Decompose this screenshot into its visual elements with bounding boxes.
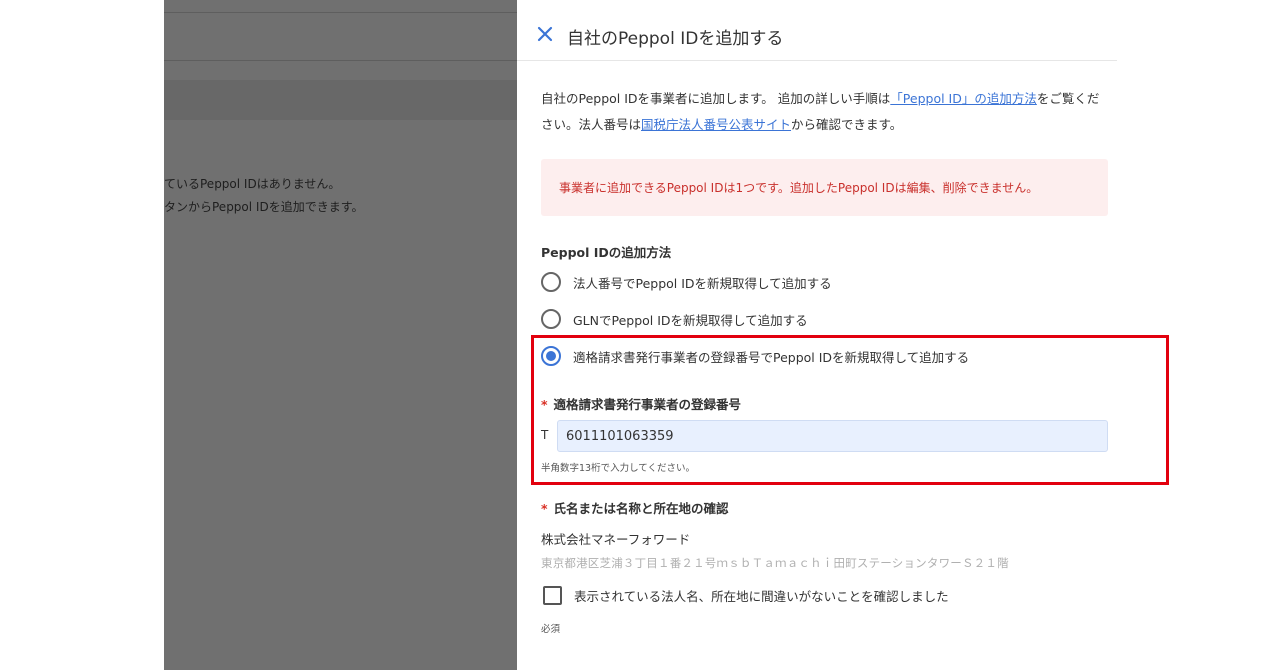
background-divider bbox=[164, 12, 517, 13]
method-label: Peppol IDの追加方法 bbox=[541, 245, 672, 260]
radio-label: GLNでPeppol IDを新規取得して追加する bbox=[573, 312, 808, 328]
radio-button-selected[interactable] bbox=[541, 346, 561, 366]
intro-text: 自社のPeppol IDを事業者に追加します。 追加の詳しい手順は「Peppol… bbox=[541, 86, 1111, 138]
drawer-title: 自社のPeppol IDを追加する bbox=[567, 29, 784, 49]
radio-label: 法人番号でPeppol IDを新規取得して追加する bbox=[573, 275, 832, 291]
peppol-id-guide-link[interactable]: 「Peppol ID」の追加方法 bbox=[890, 91, 1037, 106]
confirm-label-text: 氏名または名称と所在地の確認 bbox=[553, 501, 729, 516]
confirm-label: * 氏名または名称と所在地の確認 bbox=[541, 498, 729, 517]
intro-part: から確認できます。 bbox=[791, 117, 903, 132]
t-prefix: T bbox=[541, 428, 549, 442]
company-address: 東京都港区芝浦３丁目１番２１号ｍｓｂＴａｍａｃｈｉ田町ステーションタワーＳ２１階 bbox=[541, 556, 1009, 570]
add-peppol-id-drawer: 自社のPeppol IDを追加する 自社のPeppol IDを事業者に追加します… bbox=[517, 0, 1117, 670]
drawer-header: 自社のPeppol IDを追加する bbox=[517, 0, 1117, 61]
background-empty-hint: タンからPeppol IDを追加できます。 bbox=[164, 200, 364, 214]
radio-button[interactable] bbox=[541, 309, 561, 329]
confirm-checkbox-row[interactable]: 表示されている法人名、所在地に間違いがないことを確認しました bbox=[543, 586, 949, 605]
confirm-checkbox[interactable] bbox=[543, 586, 562, 605]
radio-label: 適格請求書発行事業者の登録番号でPeppol IDを新規取得して追加する bbox=[573, 349, 970, 365]
required-note: 必須 bbox=[541, 624, 561, 635]
required-mark: * bbox=[541, 397, 548, 412]
background-table-header bbox=[164, 80, 517, 120]
radio-button[interactable] bbox=[541, 272, 561, 292]
registration-number-label: * 適格請求書発行事業者の登録番号 bbox=[541, 394, 741, 413]
radio-invoice-registration[interactable]: 適格請求書発行事業者の登録番号でPeppol IDを新規取得して追加する bbox=[541, 345, 969, 367]
company-name: 株式会社マネーフォワード bbox=[541, 532, 691, 547]
radio-gln[interactable]: GLNでPeppol IDを新規取得して追加する bbox=[541, 308, 808, 330]
close-icon[interactable] bbox=[535, 24, 555, 44]
radio-corporate-number[interactable]: 法人番号でPeppol IDを新規取得して追加する bbox=[541, 271, 832, 293]
screen: ているPeppol IDはありません。 タンからPeppol IDを追加できます… bbox=[0, 0, 1280, 670]
background-empty-message: ているPeppol IDはありません。 bbox=[164, 177, 341, 191]
warning-alert: 事業者に追加できるPeppol IDは1つです。追加したPeppol IDは編集… bbox=[541, 159, 1108, 216]
corporate-number-site-link[interactable]: 国税庁法人番号公表サイト bbox=[641, 117, 791, 132]
registration-number-input[interactable] bbox=[557, 420, 1108, 452]
background-divider bbox=[164, 60, 517, 61]
registration-hint: 半角数字13桁で入力してください。 bbox=[541, 463, 696, 474]
confirm-checkbox-label: 表示されている法人名、所在地に間違いがないことを確認しました bbox=[574, 589, 949, 604]
intro-part: 自社のPeppol IDを事業者に追加します。 追加の詳しい手順は bbox=[541, 91, 891, 106]
background-app-overlay: ているPeppol IDはありません。 タンからPeppol IDを追加できます… bbox=[164, 0, 517, 670]
required-mark: * bbox=[541, 501, 548, 516]
alert-text: 事業者に追加できるPeppol IDは1つです。追加したPeppol IDは編集… bbox=[559, 181, 1039, 195]
registration-label-text: 適格請求書発行事業者の登録番号 bbox=[553, 397, 742, 412]
